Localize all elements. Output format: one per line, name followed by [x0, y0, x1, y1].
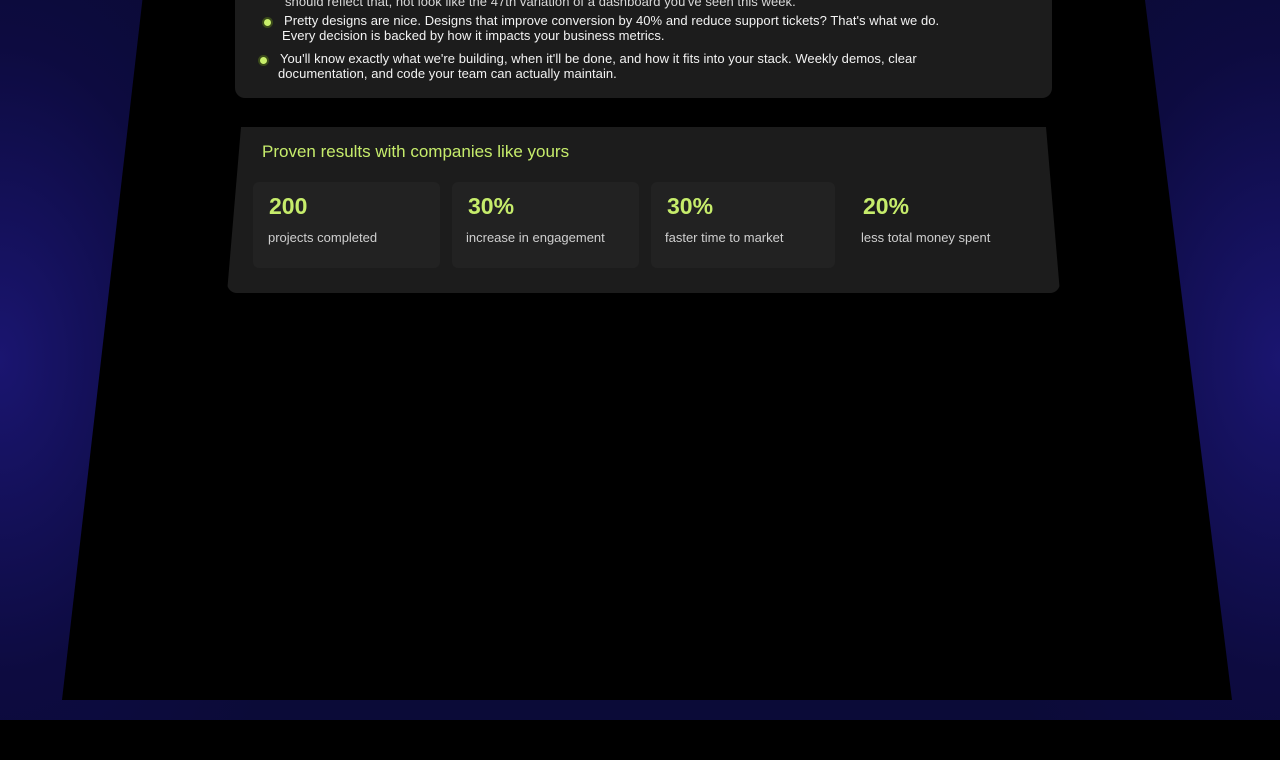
benefits-panel: should reflect that, not look like the 4… — [235, 0, 1052, 98]
bullet-dot-icon — [264, 19, 271, 26]
stat-value: 20% — [863, 193, 910, 219]
benefit-line: documentation, and code your team can ac… — [278, 66, 617, 81]
intro-fragment: should reflect that, not look like the 4… — [285, 0, 796, 9]
device-frame — [62, 0, 1232, 700]
stat-value: 30% — [468, 193, 515, 219]
benefit-line: You'll know exactly what we're building,… — [280, 51, 917, 66]
benefit-line: Pretty designs are nice. Designs that im… — [284, 13, 940, 28]
stat-label: increase in engagement — [466, 230, 605, 245]
stat-card: 30% faster time to market — [651, 182, 835, 268]
bullet-dot-icon — [260, 57, 267, 64]
stat-label: less total money spent — [861, 230, 991, 245]
stat-value: 30% — [667, 193, 714, 219]
stat-value: 200 — [269, 193, 308, 219]
benefit-line: Every decision is backed by how it impac… — [282, 28, 665, 43]
stat-label: projects completed — [268, 230, 378, 245]
results-title: Proven results with companies like yours — [262, 142, 570, 161]
stat-card: 20% less total money spent — [847, 182, 1037, 268]
results-panel: Proven results with companies like yours… — [227, 127, 1060, 293]
stat-label: faster time to market — [665, 230, 784, 245]
stat-card: 30% increase in engagement — [452, 182, 639, 268]
stat-card: 200 projects completed — [253, 182, 440, 268]
